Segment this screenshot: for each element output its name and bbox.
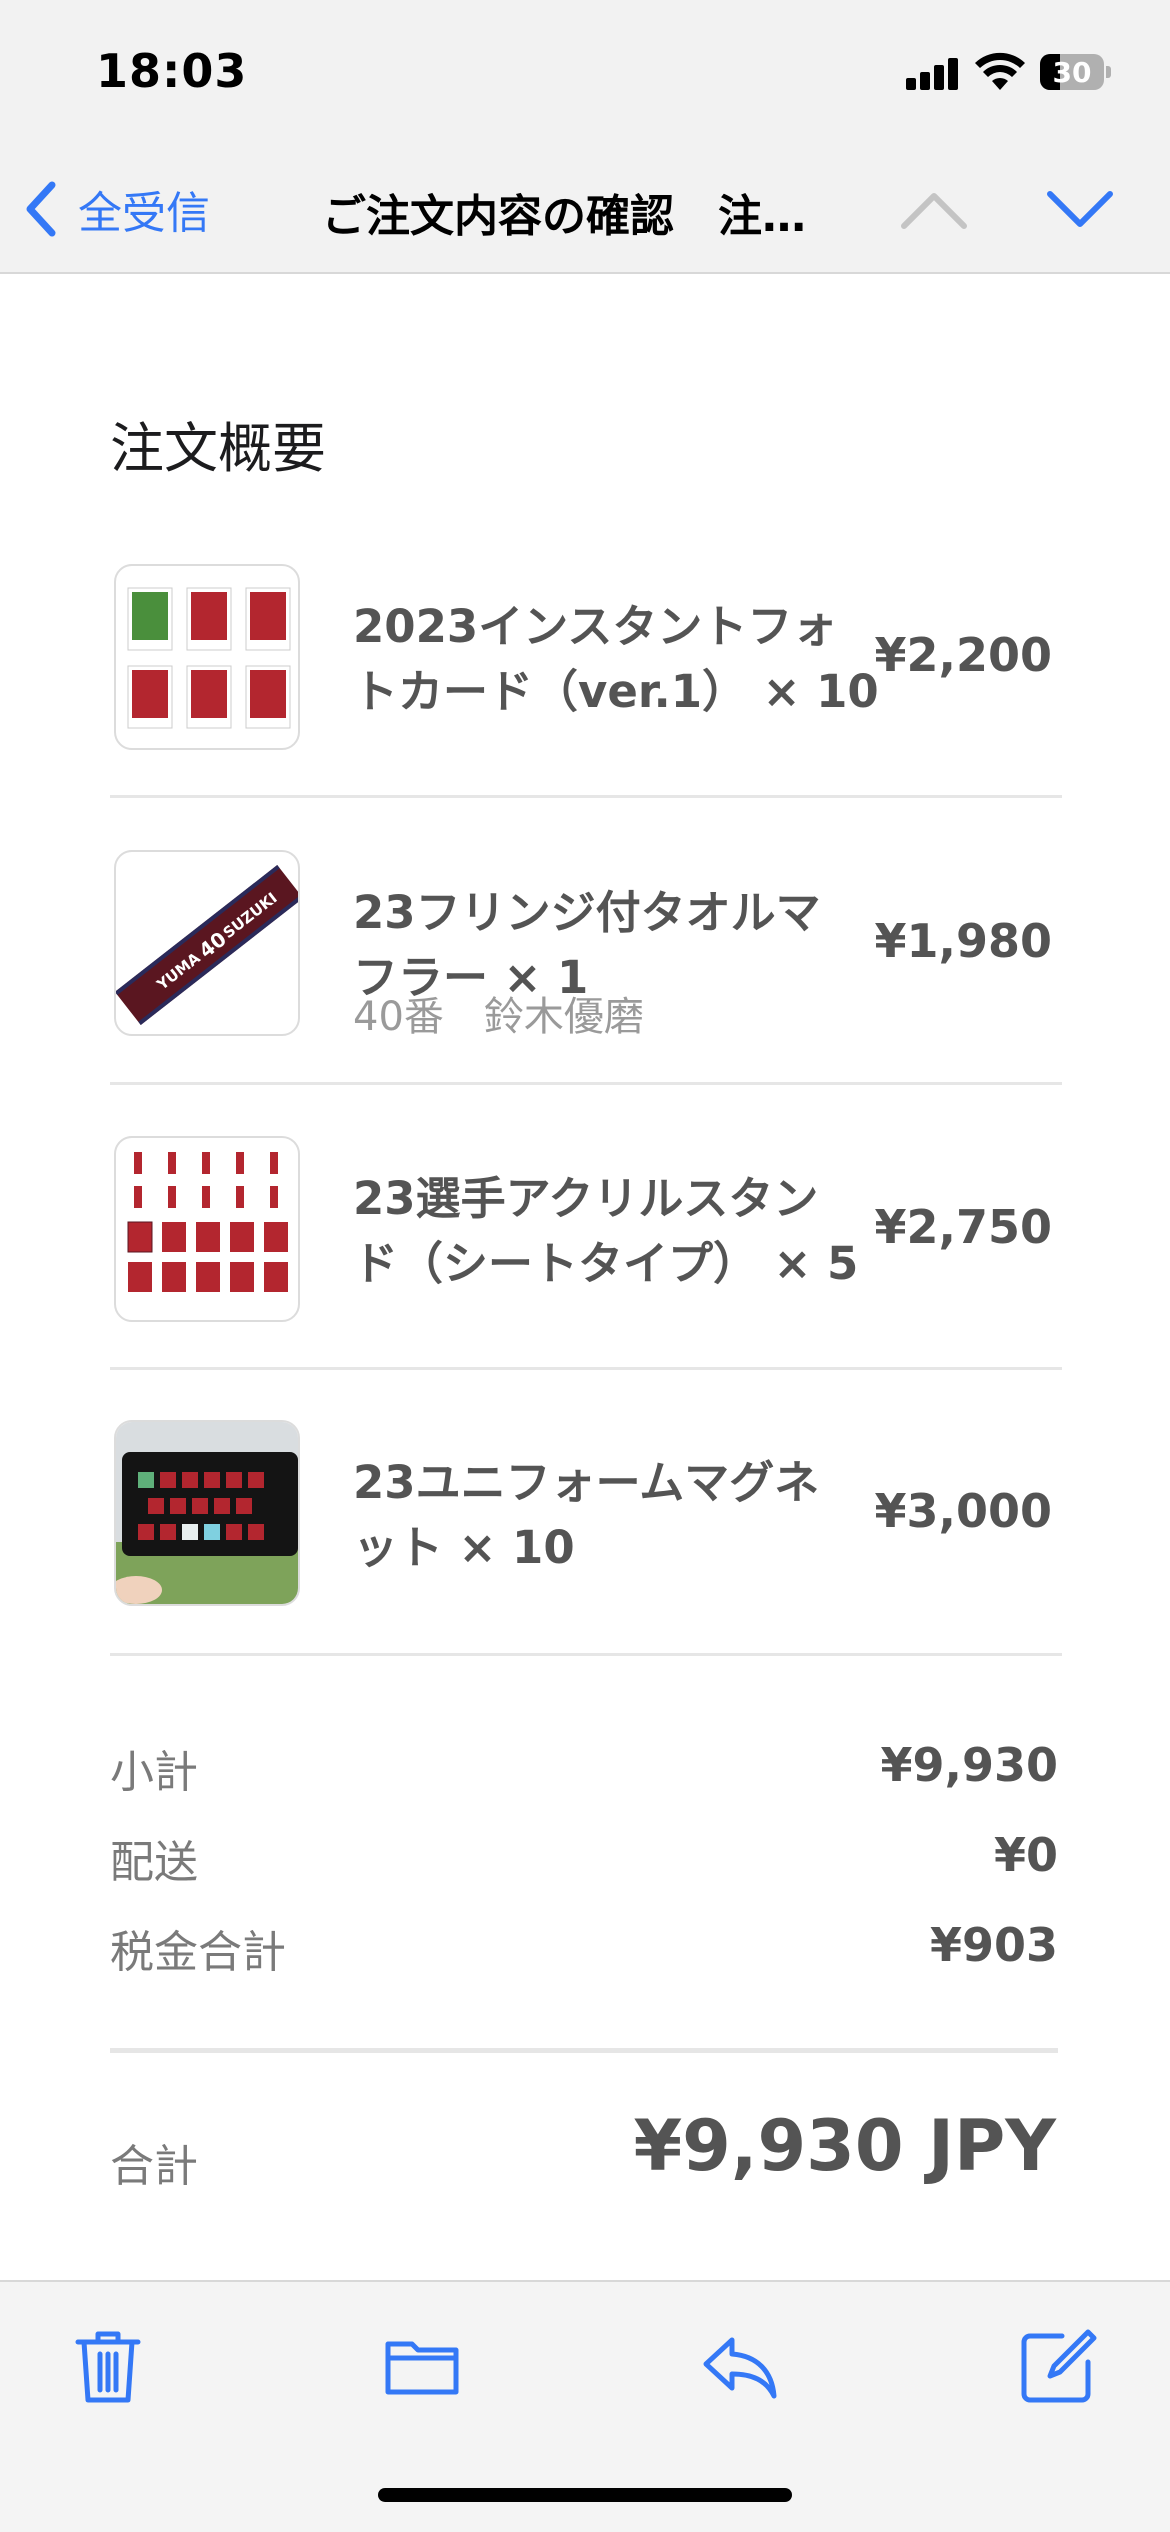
status-bar: 18:03 30: [0, 0, 1170, 150]
item-variant: 40番 鈴木優磨: [353, 994, 644, 1040]
chevron-down-icon[interactable]: [1044, 180, 1116, 240]
order-item-photocard: 2023インスタントフォ トカード（ver.1） × 10 ¥2,200: [110, 564, 1062, 850]
shipping-label: 配送: [110, 1837, 198, 1888]
uniform-magnet-thumbnail: [114, 1420, 300, 1606]
back-label: 全受信: [78, 188, 210, 239]
order-item-acrylic-stand: 23選手アクリルスタン ド（シートタイプ） × 5 ¥2,750: [110, 1136, 1062, 1422]
wifi-icon: [975, 52, 1025, 90]
chevron-left-icon: [26, 181, 56, 237]
item-divider: [110, 1653, 1062, 1656]
photocard-thumbnail: [114, 564, 300, 750]
item-divider: [110, 795, 1062, 798]
total-value: ¥9,930 JPY: [633, 2105, 1056, 2187]
status-time: 18:03: [96, 44, 248, 98]
message-subject-title: ご注文内容の確認 注…: [322, 191, 806, 242]
item-name-line: トカード（ver.1） × 10: [353, 665, 879, 718]
subtotal-label: 小計: [110, 1747, 198, 1798]
item-name-line: 23選手アクリルスタン: [353, 1172, 819, 1225]
reply-icon[interactable]: [700, 2326, 780, 2406]
cellular-signal-icon: [906, 58, 958, 90]
item-price: ¥2,750: [874, 1200, 1052, 1254]
tax-label: 税金合計: [110, 1927, 286, 1978]
item-price: ¥3,000: [874, 1484, 1052, 1538]
shipping-value: ¥0: [993, 1828, 1058, 1882]
folder-icon[interactable]: [382, 2326, 462, 2406]
item-name-line: 23フリンジ付タオルマ: [353, 886, 821, 939]
tax-value: ¥903: [929, 1918, 1058, 1972]
home-indicator[interactable]: [378, 2488, 792, 2502]
order-item-uniform-magnet: 23ユニフォームマグネ ット × 10 ¥3,000: [110, 1420, 1062, 1706]
battery-level: 30: [1052, 56, 1092, 89]
item-name-line: ド（シートタイプ） × 5: [353, 1237, 859, 1290]
total-label: 合計: [110, 2141, 198, 2192]
item-divider: [110, 1367, 1062, 1370]
battery-icon: 30: [1040, 54, 1111, 90]
back-button[interactable]: 全受信: [22, 174, 210, 244]
mail-message-screen: 18:03 30 全受信 ご注文内容の確認 注… 注文概要 2023インスタント…: [0, 0, 1170, 2532]
trash-icon[interactable]: [68, 2326, 148, 2406]
order-item-towel-muffler: YUMA 40 SUZUKI 23フリンジ付タオルマ フラー × 1 40番 鈴…: [110, 850, 1062, 1136]
item-price: ¥1,980: [874, 914, 1052, 968]
total-divider: [110, 2048, 1058, 2053]
item-name-line: 23ユニフォームマグネ: [353, 1456, 820, 1509]
acrylic-stand-thumbnail: [114, 1136, 300, 1322]
item-name-line: 2023インスタントフォ: [353, 600, 838, 653]
chevron-up-icon[interactable]: [898, 180, 970, 240]
towel-muffler-thumbnail: YUMA 40 SUZUKI: [114, 850, 300, 1036]
subtotal-value: ¥9,930: [880, 1738, 1058, 1792]
navigation-bar: 全受信 ご注文内容の確認 注…: [0, 150, 1170, 274]
order-summary-title: 注文概要: [110, 417, 326, 480]
item-divider: [110, 1082, 1062, 1085]
compose-icon[interactable]: [1018, 2326, 1098, 2406]
item-name-line: ット × 10: [353, 1521, 575, 1574]
item-price: ¥2,200: [874, 628, 1052, 682]
